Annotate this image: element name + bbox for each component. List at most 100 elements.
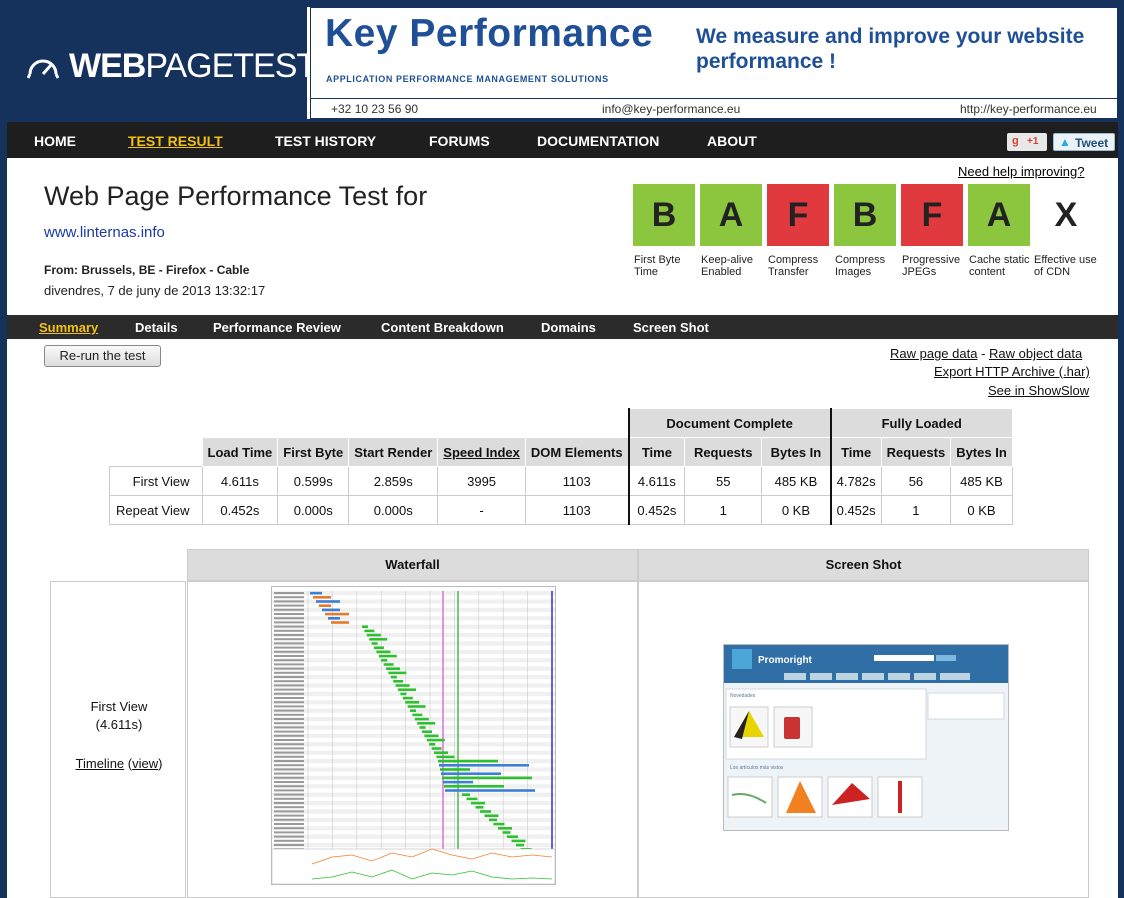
waterfall-row-stripe [272, 649, 555, 654]
tab-performance-review[interactable]: Performance Review [213, 320, 341, 335]
waterfall-row-label [274, 726, 304, 729]
export-har-link[interactable]: Export HTTP Archive (.har) [934, 364, 1090, 379]
waterfall-row-stripe [272, 733, 555, 738]
waterfall-row-label [274, 709, 304, 712]
nav-documentation[interactable]: DOCUMENTATION [537, 133, 659, 149]
waterfall-row-stripe [272, 750, 555, 755]
waterfall-bar [378, 654, 397, 658]
tab-details[interactable]: Details [135, 320, 178, 335]
waterfall-bar [374, 646, 384, 649]
table-cell: 1 [684, 495, 763, 525]
need-help-link[interactable]: Need help improving? [958, 164, 1084, 179]
waterfall-row-label [274, 625, 304, 628]
waterfall-bar [325, 612, 349, 616]
table-cell: 3995 [437, 466, 526, 496]
waterfall-bar [424, 734, 439, 738]
waterfall-row-label [274, 629, 304, 632]
grade-keep-alive[interactable]: A [700, 184, 762, 246]
waterfall-row-label [274, 713, 304, 716]
grade-label-compress-images: Compress Images [835, 254, 886, 278]
tested-url-link[interactable]: www.linternas.info [44, 224, 165, 241]
row-label-repeat-view: Repeat View [109, 495, 203, 525]
waterfall-row-label [274, 806, 304, 809]
waterfall-row-stripe [272, 792, 555, 797]
screenshot-thumbnail[interactable]: Promoright Novedades Los artículos más v… [723, 644, 1009, 831]
waterfall-row-stripe [272, 725, 555, 730]
test-date: divendres, 7 de juny de 2013 13:32:17 [44, 283, 266, 298]
waterfall-row-stripe [272, 675, 555, 680]
logo-text-bold: WEB [69, 47, 146, 85]
table-row: First View 4.611s 0.599s 2.859s 3995 110… [109, 466, 1013, 496]
logo-text-thin: PAGETEST [145, 47, 317, 85]
timeline-view-link[interactable]: view [132, 756, 158, 771]
waterfall-row-stripe [272, 599, 555, 604]
waterfall-row-label [274, 810, 304, 813]
col-speed-index[interactable]: Speed Index [437, 437, 526, 467]
waterfall-row-label [274, 604, 304, 607]
first-view-title: First View [90, 699, 148, 714]
raw-page-data-link[interactable]: Raw page data [890, 346, 977, 361]
waterfall-bar [507, 835, 518, 838]
grade-compress-transfer[interactable]: F [767, 184, 829, 246]
tab-content-breakdown[interactable]: Content Breakdown [381, 320, 504, 335]
waterfall-bar [422, 730, 432, 733]
tweet-button[interactable]: ▲ Tweet [1053, 133, 1115, 151]
waterfall-screenshot-table: Waterfall Screen Shot First View (4.611s… [50, 549, 1089, 898]
waterfall-row-stripe [272, 817, 555, 822]
webpagetest-logo[interactable]: WEB PAGETEST [27, 47, 317, 86]
key-performance-banner[interactable]: Key Performance APPLICATION PERFORMANCE … [310, 7, 1118, 119]
table-cell: 0.452s [201, 495, 279, 525]
waterfall-bar [400, 692, 407, 696]
grade-compress-images[interactable]: B [834, 184, 896, 246]
timeline-link[interactable]: Timeline [76, 756, 125, 771]
grade-cdn[interactable]: X [1035, 184, 1097, 246]
waterfall-row-label [274, 760, 304, 762]
kp-website[interactable]: http://key-performance.eu [960, 102, 1097, 116]
grade-progressive-jpegs[interactable]: F [901, 184, 963, 246]
screenshot-cell: Promoright Novedades Los artículos más v… [638, 581, 1089, 898]
waterfall-row-stripe [272, 616, 555, 621]
links-separator: - [977, 346, 990, 361]
tab-screen-shot[interactable]: Screen Shot [633, 320, 709, 335]
waterfall-bar [484, 814, 499, 817]
nav-test-result[interactable]: TEST RESULT [128, 133, 223, 149]
google-plus-button[interactable]: g +1 [1007, 133, 1047, 151]
waterfall-row-stripe [272, 641, 555, 646]
tab-domains[interactable]: Domains [541, 320, 596, 335]
tweet-label: Tweet [1075, 136, 1109, 150]
waterfall-bar [381, 659, 388, 662]
waterfall-bar [376, 650, 391, 654]
waterfall-row-label [274, 671, 304, 674]
tab-summary[interactable]: Summary [39, 320, 98, 335]
waterfall-row-label [274, 839, 304, 842]
waterfall-row-stripe [272, 759, 555, 764]
nav-test-history[interactable]: TEST HISTORY [275, 133, 376, 149]
results-subnav: Summary Details Performance Review Conte… [7, 315, 1118, 339]
waterfall-row-label [274, 730, 304, 733]
nav-home[interactable]: HOME [34, 133, 76, 149]
rerun-test-button[interactable]: Re-run the test [44, 345, 161, 367]
waterfall-bar [398, 688, 416, 691]
webpagetest-logo-area[interactable]: WEB PAGETEST [7, 7, 317, 119]
waterfall-row-label [274, 776, 304, 779]
waterfall-row-stripe [272, 683, 555, 688]
waterfall-row-label [274, 772, 304, 775]
waterfall-row-label [274, 768, 304, 771]
grade-label-first-byte-time: First Byte Time [634, 254, 681, 278]
raw-object-data-link[interactable]: Raw object data [989, 346, 1082, 361]
table-cell: 0.000s [348, 495, 439, 525]
waterfall-row-label [274, 655, 304, 657]
table-cell: 4.611s [627, 466, 686, 496]
kp-email[interactable]: info@key-performance.eu [602, 102, 740, 116]
nav-forums[interactable]: FORUMS [429, 133, 490, 149]
waterfall-bar [498, 827, 512, 830]
grade-first-byte-time[interactable]: B [633, 184, 695, 246]
waterfall-row-label [274, 835, 304, 838]
showslow-link[interactable]: See in ShowSlow [988, 383, 1089, 398]
nav-about[interactable]: ABOUT [707, 133, 757, 149]
waterfall-row-label [274, 755, 304, 758]
summary-table: Document Complete Fully Loaded Load Time… [109, 408, 1013, 525]
grade-cache-static[interactable]: A [968, 184, 1030, 246]
waterfall-bar [441, 772, 501, 775]
waterfall-thumbnail[interactable] [271, 586, 556, 885]
